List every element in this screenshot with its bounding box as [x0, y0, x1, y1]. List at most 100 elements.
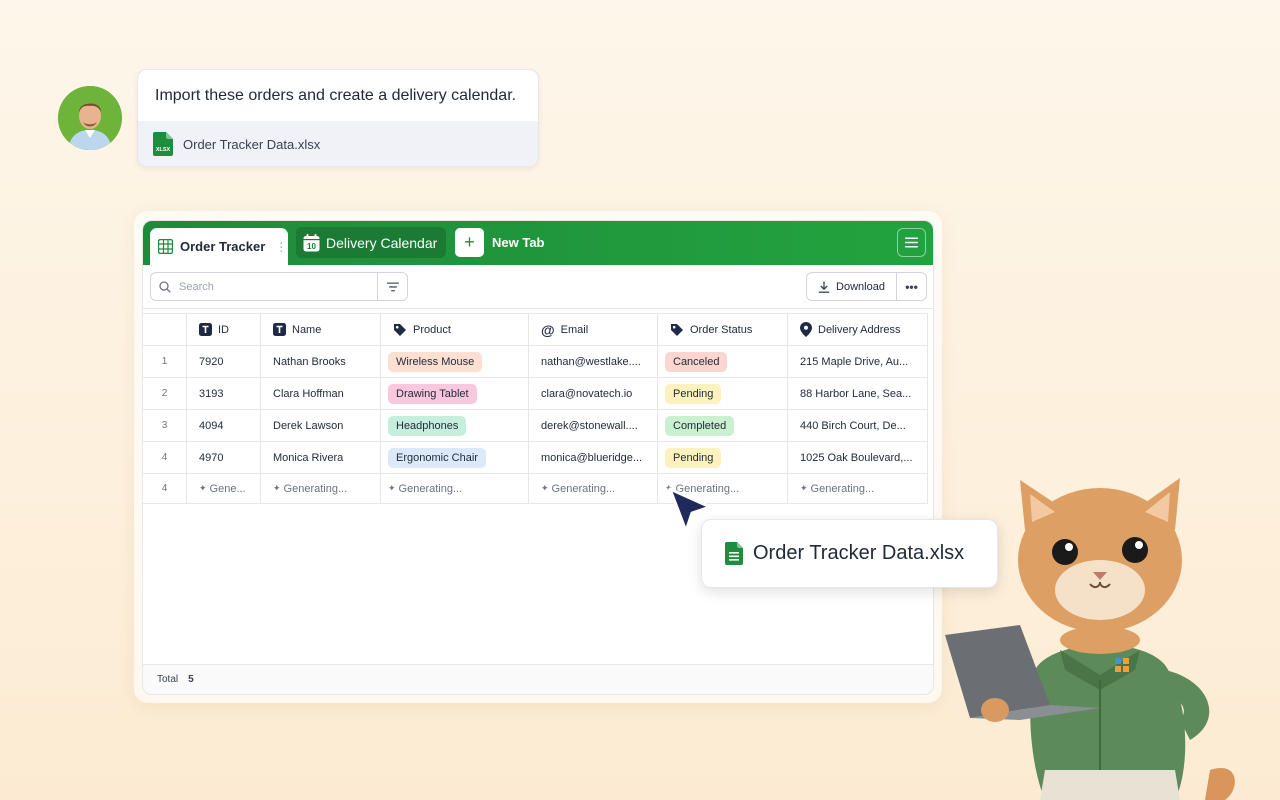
- cell-generating: ✦ Generating...: [261, 474, 381, 503]
- sparkle-icon: ✦: [273, 483, 281, 493]
- column-header-label: Name: [292, 323, 322, 336]
- xlsx-file-icon: XLSX: [153, 132, 173, 156]
- generating-text: Generating...: [398, 482, 463, 495]
- cell-generating: ✦ Generating...: [788, 474, 928, 503]
- cell-delivery-address[interactable]: 440 Birch Court, De...: [788, 410, 928, 441]
- filter-icon: [386, 282, 399, 291]
- new-tab-button[interactable]: + New Tab: [455, 228, 545, 257]
- cell-email[interactable]: monica@blueridge...: [529, 442, 658, 473]
- sparkle-icon: ✦: [388, 483, 396, 493]
- cell-order-status[interactable]: Completed: [658, 410, 788, 441]
- spreadsheet-window: Order Tracker ⋮ 10 Delivery Calendar + N…: [142, 220, 934, 695]
- toolbar: Download •••: [143, 265, 933, 309]
- tag-icon: [393, 323, 407, 337]
- download-label: Download: [836, 280, 885, 293]
- cell-generating: ✦ Gene...: [187, 474, 261, 503]
- column-header-label: Product: [413, 323, 451, 336]
- search-icon: [151, 280, 179, 293]
- cell-id[interactable]: 3193: [187, 378, 261, 409]
- calendar-day-number: 10: [307, 242, 316, 251]
- sparkle-icon: ✦: [199, 483, 207, 493]
- download-icon: [818, 281, 830, 293]
- tab-order-tracker[interactable]: Order Tracker ⋮: [150, 228, 288, 265]
- table-footer: Total 5: [143, 664, 933, 694]
- user-avatar: [58, 86, 122, 150]
- grid-icon: [158, 239, 173, 254]
- cell-product[interactable]: Ergonomic Chair: [381, 442, 529, 473]
- status-badge: Completed: [665, 415, 735, 436]
- download-button[interactable]: Download: [806, 272, 897, 301]
- cell-delivery-address[interactable]: 215 Maple Drive, Au...: [788, 346, 928, 377]
- cell-email[interactable]: nathan@westlake....: [529, 346, 658, 377]
- chat-message-text: Import these orders and create a deliver…: [155, 87, 517, 104]
- column-header-delivery-address[interactable]: Delivery Address: [788, 314, 928, 345]
- cell-delivery-address[interactable]: 88 Harbor Lane, Sea...: [788, 378, 928, 409]
- menu-icon: [905, 237, 918, 248]
- cell-product[interactable]: Wireless Mouse: [381, 346, 529, 377]
- cell-product[interactable]: Headphones: [381, 410, 529, 441]
- product-tag: Drawing Tablet: [388, 383, 477, 404]
- at-sign-icon: @: [541, 321, 555, 338]
- chat-attachment[interactable]: XLSX Order Tracker Data.xlsx: [138, 121, 538, 166]
- cell-id[interactable]: 4970: [187, 442, 261, 473]
- column-header-email[interactable]: @ Email: [529, 314, 658, 345]
- chat-message-bubble: Import these orders and create a deliver…: [137, 69, 539, 167]
- column-header-id[interactable]: ID: [187, 314, 261, 345]
- spreadsheet-file-icon: [725, 542, 743, 565]
- column-header-label: Delivery Address: [818, 323, 901, 336]
- tag-icon: [670, 323, 684, 337]
- cell-name[interactable]: Clara Hoffman: [261, 378, 381, 409]
- cell-name[interactable]: Nathan Brooks: [261, 346, 381, 377]
- table-row[interactable]: 4 4970 Monica Rivera Ergonomic Chair mon…: [143, 442, 928, 474]
- generating-text: Gene...: [209, 482, 246, 495]
- cell-name[interactable]: Derek Lawson: [261, 410, 381, 441]
- status-badge: Pending: [665, 383, 722, 404]
- tab-bar: Order Tracker ⋮ 10 Delivery Calendar + N…: [143, 221, 933, 265]
- row-number: 1: [143, 346, 187, 377]
- table-row[interactable]: 1 7920 Nathan Brooks Wireless Mouse nath…: [143, 346, 928, 378]
- cell-id[interactable]: 7920: [187, 346, 261, 377]
- cell-order-status[interactable]: Pending: [658, 442, 788, 473]
- tab-delivery-calendar[interactable]: 10 Delivery Calendar: [296, 227, 446, 258]
- product-tag: Headphones: [388, 415, 467, 436]
- cell-product[interactable]: Drawing Tablet: [381, 378, 529, 409]
- generating-text: Generating...: [810, 482, 875, 495]
- column-header-product[interactable]: Product: [381, 314, 529, 345]
- row-number: 4: [143, 442, 187, 473]
- filter-button[interactable]: [377, 273, 407, 300]
- row-number: 3: [143, 410, 187, 441]
- tab-options-icon[interactable]: ⋮: [275, 240, 287, 254]
- cell-order-status[interactable]: Pending: [658, 378, 788, 409]
- cell-id[interactable]: 4094: [187, 410, 261, 441]
- column-header-label: ID: [218, 323, 229, 336]
- column-header-label: Order Status: [690, 323, 753, 336]
- orders-table: ID Name Product @ Email Order Status Del…: [143, 313, 928, 504]
- cell-delivery-address[interactable]: 1025 Oak Boulevard,...: [788, 442, 928, 473]
- total-label: Total: [157, 674, 179, 685]
- column-header-name[interactable]: Name: [261, 314, 381, 345]
- header-row-number: [143, 314, 187, 345]
- cat-mascot-illustration: [940, 470, 1260, 800]
- plus-icon: +: [455, 228, 484, 257]
- more-options-button[interactable]: •••: [897, 272, 927, 301]
- product-tag: Wireless Mouse: [388, 351, 483, 372]
- table-row-generating: 4 ✦ Gene... ✦ Generating... ✦ Generating...…: [143, 474, 928, 504]
- cell-email[interactable]: clara@novatech.io: [529, 378, 658, 409]
- generating-text: Generating...: [283, 482, 348, 495]
- cell-generating: ✦ Generating...: [381, 474, 529, 503]
- app-canvas: Import these orders and create a deliver…: [0, 0, 1280, 800]
- table-header-row: ID Name Product @ Email Order Status Del…: [143, 314, 928, 346]
- cell-name[interactable]: Monica Rivera: [261, 442, 381, 473]
- search-box: [150, 272, 408, 301]
- search-input[interactable]: [179, 280, 374, 293]
- table-row[interactable]: 2 3193 Clara Hoffman Drawing Tablet clar…: [143, 378, 928, 410]
- hamburger-menu-button[interactable]: [897, 228, 926, 257]
- cell-order-status[interactable]: Canceled: [658, 346, 788, 377]
- cell-email[interactable]: derek@stonewall....: [529, 410, 658, 441]
- column-header-order-status[interactable]: Order Status: [658, 314, 788, 345]
- row-number: 4: [143, 474, 187, 503]
- text-type-icon: [273, 323, 286, 336]
- status-badge: Canceled: [665, 351, 728, 372]
- dragged-file-name: Order Tracker Data.xlsx: [753, 542, 965, 564]
- table-row[interactable]: 3 4094 Derek Lawson Headphones derek@sto…: [143, 410, 928, 442]
